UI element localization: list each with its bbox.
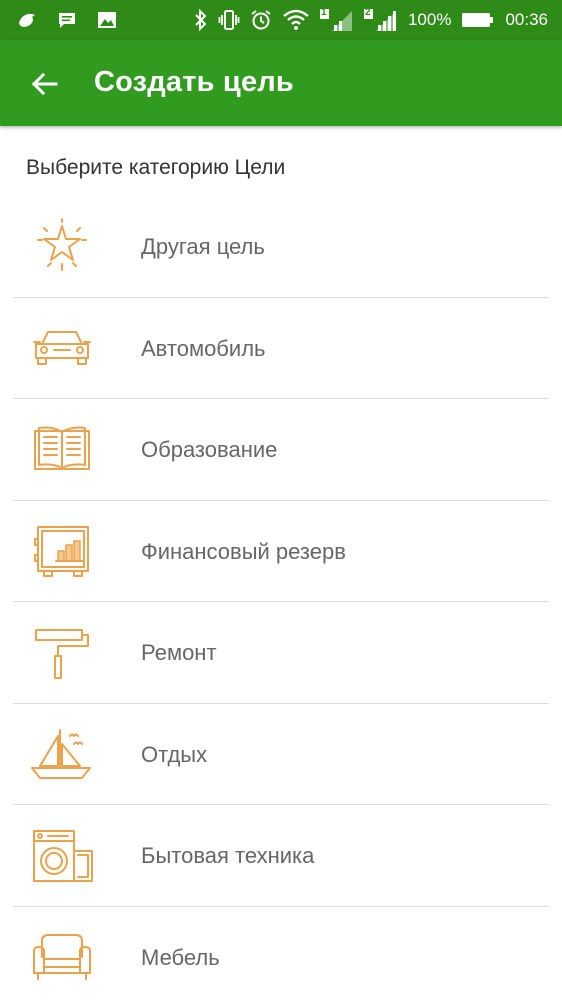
paint-roller-icon: [30, 624, 94, 680]
image-icon: [96, 9, 118, 31]
category-label: Отдых: [141, 742, 207, 768]
category-item-vacation[interactable]: Отдых: [0, 704, 562, 806]
category-list: Другая цель Автомобиль Образов: [0, 196, 562, 1008]
bluetooth-icon: [194, 9, 208, 31]
battery-icon: [461, 9, 495, 31]
back-button[interactable]: [22, 62, 66, 106]
star-icon: [30, 218, 94, 274]
signal-2-icon: 2: [364, 9, 398, 31]
clock: 00:36: [505, 10, 548, 30]
vibrate-icon: [218, 9, 240, 31]
sailboat-icon: [30, 726, 94, 782]
book-icon: [30, 421, 94, 477]
status-bar-system: 1 2 100% 00:36: [194, 8, 548, 32]
status-bar-notifications: [16, 8, 118, 32]
category-item-car[interactable]: Автомобиль: [0, 298, 562, 400]
app-bar: Создать цель: [0, 40, 562, 126]
arrow-left-icon: [30, 72, 58, 101]
category-label: Бытовая техника: [141, 843, 314, 869]
category-item-financial-reserve[interactable]: Финансовый резерв: [0, 501, 562, 603]
alarm-icon: [250, 9, 272, 31]
car-icon: [30, 320, 94, 376]
category-item-other[interactable]: Другая цель: [0, 196, 562, 298]
category-label: Другая цель: [141, 234, 265, 260]
washing-machine-icon: [30, 827, 94, 883]
sim2-label: 2: [365, 7, 371, 18]
bird-icon: [16, 9, 38, 31]
category-item-appliances[interactable]: Бытовая техника: [0, 805, 562, 907]
category-label: Финансовый резерв: [141, 539, 346, 565]
battery-percent: 100%: [408, 10, 451, 30]
category-label: Мебель: [141, 945, 220, 971]
category-item-repair[interactable]: Ремонт: [0, 602, 562, 704]
category-item-education[interactable]: Образование: [0, 399, 562, 501]
category-item-furniture[interactable]: Мебель: [0, 907, 562, 1008]
armchair-icon: [30, 929, 94, 985]
section-label: Выберите категорию Цели: [26, 156, 285, 180]
sim1-label: 1: [321, 7, 327, 18]
category-label: Образование: [141, 437, 277, 463]
page-title: Создать цель: [94, 66, 294, 99]
signal-icon: 1: [320, 9, 354, 31]
safe-icon: [30, 523, 94, 579]
category-label: Автомобиль: [141, 336, 266, 362]
wifi-icon: [282, 9, 310, 31]
status-bar: 1 2 100% 00:36: [0, 0, 562, 40]
category-label: Ремонт: [141, 640, 217, 666]
message-icon: [56, 9, 78, 31]
